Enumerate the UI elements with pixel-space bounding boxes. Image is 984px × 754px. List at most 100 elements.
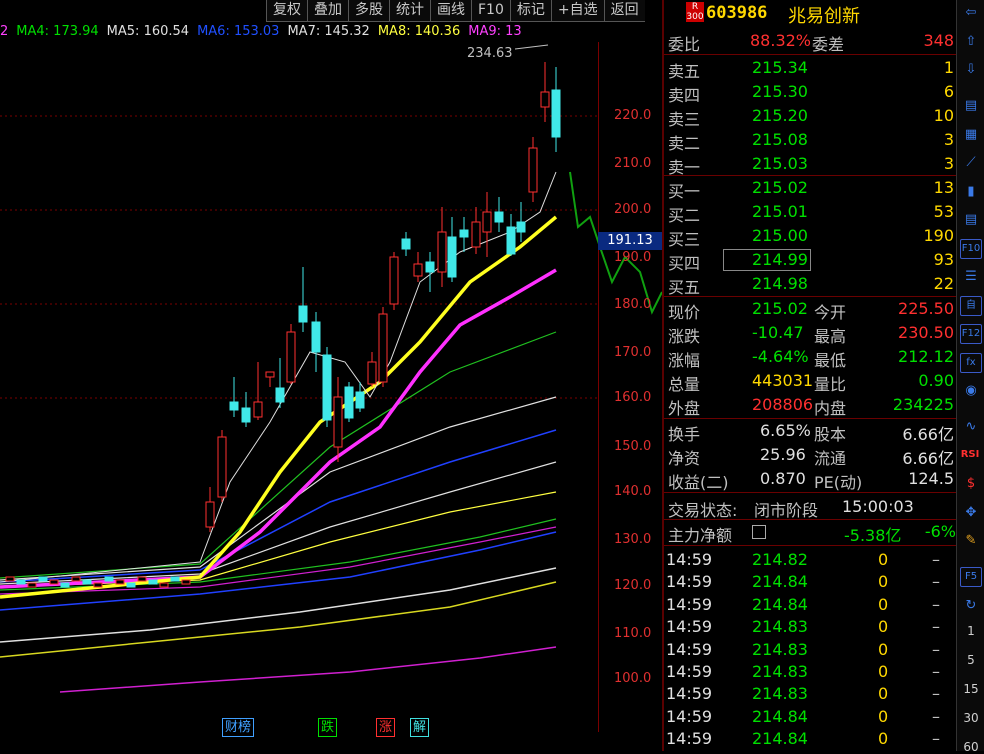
candle-body — [229, 401, 239, 411]
wave-icon[interactable]: ∿ — [960, 416, 982, 438]
quote-panel: R 300 603986 兆易创新 委比 88.32% 委差 348 卖五 215.34 1… — [662, 0, 958, 751]
quote-row: 涨跌 -10.47 最高 230.50 — [664, 322, 958, 346]
tick-time: 14:59 — [666, 550, 713, 569]
quote-label: 今开 — [814, 303, 847, 322]
toolbar-item-0[interactable]: 复权 — [266, 0, 307, 22]
candle-body — [49, 579, 59, 585]
tick-row: 14:59 214.84 0 – — [664, 706, 958, 729]
refresh-icon[interactable]: ↻ — [960, 595, 982, 617]
table-icon[interactable]: ▤ — [960, 209, 982, 231]
chart-list-icon[interactable]: ▤ — [960, 95, 982, 117]
tick-flag: – — [932, 617, 940, 637]
menu-icon[interactable] — [752, 525, 766, 539]
candle-body — [494, 211, 504, 223]
tick-price: 214.82 — [752, 550, 808, 569]
toolbar-item-3[interactable]: 统计 — [389, 0, 430, 22]
pencil-icon[interactable]: ✎ — [960, 530, 982, 552]
bid-price: 215.00 — [752, 226, 808, 245]
fund-label: 股本 — [814, 425, 847, 444]
candle-icon[interactable]: ▮ — [960, 181, 982, 203]
f10-icon[interactable]: F10 — [960, 238, 982, 260]
toolbar-item-7[interactable]: +自选 — [550, 0, 604, 22]
arrow-left-icon[interactable]: ⇦ — [960, 2, 982, 24]
bid-price: 215.02 — [752, 178, 808, 197]
ask-price: 215.34 — [752, 58, 808, 77]
price-tick: 220.0 — [614, 108, 652, 123]
f5-icon[interactable]: F5 — [960, 566, 982, 588]
candle-body — [115, 579, 125, 585]
tick-row: 14:59 214.83 0 – — [664, 616, 958, 639]
bid-label: 买五 — [668, 278, 701, 297]
period-button[interactable]: 15 — [957, 682, 984, 696]
candle-body — [413, 263, 423, 277]
tick-price: 214.83 — [752, 662, 808, 681]
ma-legend-item: MA8: 140.36 — [377, 24, 461, 39]
weibi-row: 委比 88.32% 委差 348 — [664, 30, 958, 54]
quote-row: 总量 443031 量比 0.90 — [664, 370, 958, 394]
trade-status-row: 交易状态: 闭市阶段 15:00:03 — [664, 496, 958, 520]
toolbar-item-6[interactable]: 标记 — [509, 0, 551, 22]
toolbar-item-4[interactable]: 画线 — [430, 0, 471, 22]
fund-value: 6.66亿 — [902, 449, 954, 468]
tick-time: 14:59 — [666, 594, 713, 614]
period-button[interactable]: 5 — [957, 653, 984, 667]
tick-price: 214.84 — [752, 572, 808, 592]
signal-badge[interactable]: 财榜 — [222, 718, 255, 737]
ma-line — [0, 429, 557, 583]
divider — [664, 54, 958, 55]
fund-label: PE(动) — [814, 473, 863, 492]
chart-toolbar: 复权 叠加 多股 统计 画线 F10 标记 +自选 返回 — [266, 0, 662, 22]
tick-price: 214.83 — [752, 617, 808, 637]
arrow-down-icon[interactable]: ⇩ — [960, 59, 982, 81]
line-chart-icon[interactable]: ⟋ — [960, 152, 982, 174]
quote-label: 总量 — [668, 375, 701, 394]
signal-badge[interactable]: 涨 — [376, 718, 396, 737]
bid-volume: 13 — [933, 178, 954, 197]
candle-body — [378, 313, 388, 383]
signal-badge[interactable]: 解 — [410, 718, 430, 737]
ask-price: 215.08 — [752, 130, 808, 149]
toolbar-item-1[interactable]: 叠加 — [307, 0, 348, 22]
candle-body — [5, 576, 15, 582]
price-tick: 170.0 — [614, 345, 652, 360]
period-button[interactable]: 30 — [957, 711, 984, 725]
tick-flag: – — [932, 550, 940, 569]
tick-volume: 0 — [878, 617, 889, 637]
candle-body — [389, 256, 399, 305]
quote-row: 现价 215.02 今开 225.50 — [664, 298, 958, 322]
signal-badge[interactable]: 跌 — [318, 718, 338, 737]
arrow-up-icon[interactable]: ⇧ — [960, 31, 982, 53]
candle-body — [38, 576, 48, 582]
rsi-icon[interactable]: RSI — [960, 445, 982, 467]
fundamental-row: 收益(二) 0.870 PE(动) 124.5 — [664, 468, 958, 492]
fund-value: 0.870 — [760, 469, 806, 488]
f12-icon[interactable]: F12 — [960, 323, 982, 345]
candle-body — [401, 238, 411, 250]
kline-chart[interactable] — [0, 42, 662, 732]
toolbar-item-8[interactable]: 返回 — [603, 0, 645, 22]
fx-icon[interactable]: fx — [960, 352, 982, 374]
divider — [664, 519, 958, 520]
tick-row: 14:59 214.83 0 – — [664, 639, 958, 662]
dollar-icon[interactable]: $ — [960, 473, 982, 495]
toolbar-item-5[interactable]: F10 — [471, 0, 510, 22]
toolbar-item-2[interactable]: 多股 — [348, 0, 389, 22]
notes-icon[interactable]: ☰ — [960, 266, 982, 288]
stock-header[interactable]: R 300 603986 兆易创新 — [664, 0, 958, 28]
ask-label: 卖五 — [668, 62, 701, 81]
stock-code: 603986 — [706, 3, 768, 23]
self-icon[interactable]: 自 — [960, 295, 982, 317]
tick-flag: – — [932, 662, 940, 681]
period-button[interactable]: 1 — [957, 624, 984, 638]
price-axis-line — [598, 42, 599, 732]
divider — [664, 418, 958, 419]
candle-body — [516, 221, 526, 233]
grid-icon[interactable]: ▦ — [960, 124, 982, 146]
circle-icon[interactable]: ◉ — [960, 380, 982, 402]
tick-volume: 0 — [878, 729, 889, 749]
quote-label: 涨跌 — [668, 327, 701, 346]
candle-body — [355, 391, 365, 409]
move-icon[interactable]: ✥ — [960, 502, 982, 524]
fund-label: 收益(二) — [668, 473, 729, 492]
period-button[interactable]: 60 — [957, 740, 984, 754]
